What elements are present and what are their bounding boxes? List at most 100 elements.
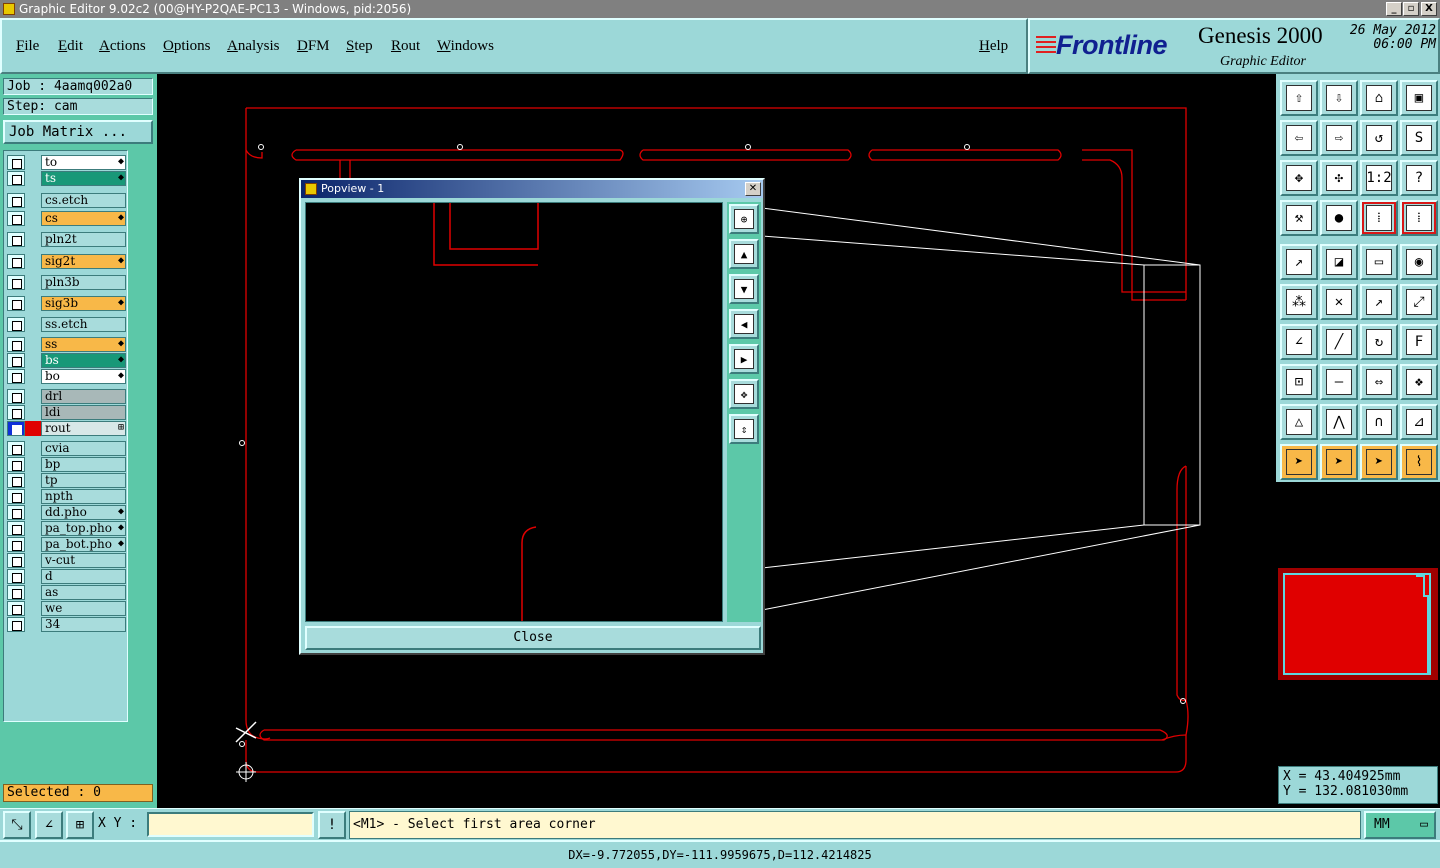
- add-line-button[interactable]: ∠: [1280, 324, 1318, 360]
- layer-row[interactable]: dd.pho ◆: [7, 505, 126, 520]
- tools-button[interactable]: ⚒: [1280, 200, 1318, 236]
- minimap[interactable]: [1278, 568, 1438, 680]
- layer-checkbox[interactable]: [7, 537, 25, 552]
- route-button[interactable]: ⌇: [1400, 444, 1438, 480]
- menu-actions[interactable]: Actions: [99, 38, 146, 55]
- layer-row[interactable]: pa_top.pho ◆: [7, 521, 126, 536]
- snap-button[interactable]: ⊡: [1280, 364, 1318, 400]
- layer-checkbox[interactable]: [7, 232, 25, 247]
- layer-checkbox[interactable]: [7, 211, 25, 226]
- layer-name[interactable]: cs.etch: [41, 193, 126, 208]
- layer-name[interactable]: d: [41, 569, 126, 584]
- zoom-back-button[interactable]: ⇩: [1320, 80, 1358, 116]
- menu-edit[interactable]: Edit: [58, 38, 83, 55]
- layer-name[interactable]: cvia: [41, 441, 126, 456]
- layer-row[interactable]: to ◆: [7, 155, 126, 170]
- zoom-1-2-button[interactable]: 1:2: [1360, 160, 1398, 196]
- shape-arch-button[interactable]: ⋀: [1320, 404, 1358, 440]
- close-window-button[interactable]: X: [1421, 2, 1437, 16]
- alert-button[interactable]: !: [318, 811, 346, 839]
- layer-checkbox[interactable]: [7, 441, 25, 456]
- copy-pad-button[interactable]: ⤢: [1400, 284, 1438, 320]
- popview-close-icon[interactable]: ✕: [745, 182, 761, 196]
- units-select[interactable]: MM ▭: [1364, 811, 1436, 839]
- pan-left-button[interactable]: ⇦: [1280, 120, 1318, 156]
- layer-row[interactable]: d: [7, 569, 126, 584]
- layer-checkbox[interactable]: [7, 389, 25, 404]
- layer-checkbox[interactable]: [7, 553, 25, 568]
- popview-zoom-profile-button[interactable]: ⇕: [729, 414, 759, 444]
- layer-row[interactable]: ldi: [7, 405, 126, 420]
- menu-options[interactable]: Options: [163, 38, 211, 55]
- shape-bridge-button[interactable]: ∩: [1360, 404, 1398, 440]
- menu-analysis[interactable]: Analysis: [227, 38, 280, 55]
- layer-checkbox[interactable]: [7, 601, 25, 616]
- layer-checkbox[interactable]: [7, 369, 25, 384]
- zoom-home2-button[interactable]: ⌂: [1360, 80, 1398, 116]
- layer-checkbox[interactable]: [7, 617, 25, 632]
- layer-checkbox[interactable]: [7, 421, 25, 436]
- job-matrix-button[interactable]: Job Matrix ...: [3, 120, 153, 144]
- menu-rout[interactable]: Rout: [391, 38, 420, 55]
- layer-row[interactable]: pa_bot.pho ◆: [7, 537, 126, 552]
- layer-row[interactable]: npth: [7, 489, 126, 504]
- layer-checkbox[interactable]: [7, 171, 25, 186]
- layer-name[interactable]: as: [41, 585, 126, 600]
- menu-help[interactable]: Help: [979, 38, 1008, 55]
- layer-name[interactable]: dd.pho: [41, 505, 126, 520]
- layer-name[interactable]: drl: [41, 389, 126, 404]
- layer-name[interactable]: ldi: [41, 405, 126, 420]
- layer-name[interactable]: bs: [41, 353, 126, 368]
- measure-button[interactable]: ∠: [35, 811, 63, 839]
- layer-checkbox[interactable]: [7, 457, 25, 472]
- layer-row[interactable]: ts ◆: [7, 171, 126, 186]
- ruler-button[interactable]: ▭: [1360, 244, 1398, 280]
- layer-row[interactable]: bs ◆: [7, 353, 126, 368]
- layer-row[interactable]: ss.etch: [7, 317, 126, 332]
- layer-checkbox[interactable]: [7, 317, 25, 332]
- layer-row[interactable]: bp: [7, 457, 126, 472]
- resize-button[interactable]: ⇔: [1360, 364, 1398, 400]
- layer-row[interactable]: v-cut: [7, 553, 126, 568]
- layer-name[interactable]: npth: [41, 489, 126, 504]
- layer-name[interactable]: bp: [41, 457, 126, 472]
- layer-name[interactable]: rout: [41, 421, 126, 436]
- select-diag-button[interactable]: ➤: [1360, 444, 1398, 480]
- layer-name[interactable]: pln3b: [41, 275, 126, 290]
- menu-windows[interactable]: Windows: [437, 38, 494, 55]
- layers-off-button[interactable]: ⁞: [1400, 200, 1438, 236]
- layer-row[interactable]: pln3b: [7, 275, 126, 290]
- layer-checkbox[interactable]: [7, 521, 25, 536]
- layer-row[interactable]: rout ⊞: [7, 421, 126, 436]
- layer-checkbox[interactable]: [7, 337, 25, 352]
- measure-pad-button[interactable]: ●: [1320, 200, 1358, 236]
- layer-name[interactable]: ss.etch: [41, 317, 126, 332]
- layer-row[interactable]: cs ◆: [7, 211, 126, 226]
- layer-name[interactable]: sig2t: [41, 254, 126, 269]
- popview-zoom-in-button[interactable]: ⊕: [729, 204, 759, 234]
- add-pad-button[interactable]: ⁂: [1280, 284, 1318, 320]
- popview-canvas[interactable]: [305, 202, 723, 622]
- layer-checkbox[interactable]: [7, 489, 25, 504]
- minimize-button[interactable]: _: [1386, 2, 1402, 16]
- layer-row[interactable]: sig2t ◆: [7, 254, 126, 269]
- layer-checkbox[interactable]: [7, 569, 25, 584]
- zoom-home-button[interactable]: ⇧: [1280, 80, 1318, 116]
- layer-row[interactable]: cs.etch: [7, 193, 126, 208]
- layer-checkbox[interactable]: [7, 405, 25, 420]
- layer-row[interactable]: sig3b ◆: [7, 296, 126, 311]
- popview-close-button[interactable]: Close: [305, 626, 761, 650]
- layer-name[interactable]: pln2t: [41, 232, 126, 247]
- layer-name[interactable]: ss: [41, 337, 126, 352]
- popview-pan-right-button[interactable]: ▶: [729, 344, 759, 374]
- layer-row[interactable]: pln2t: [7, 232, 126, 247]
- layer-checkbox[interactable]: [7, 193, 25, 208]
- edit-line-button[interactable]: ╱: [1320, 324, 1358, 360]
- layer-row[interactable]: drl: [7, 389, 126, 404]
- popview-zoom-fit-button[interactable]: ✥: [729, 379, 759, 409]
- layer-checkbox[interactable]: [7, 473, 25, 488]
- zoom-fit-button[interactable]: ✥: [1280, 160, 1318, 196]
- layer-row[interactable]: ss ◆: [7, 337, 126, 352]
- layer-name[interactable]: pa_top.pho: [41, 521, 126, 536]
- menu-step[interactable]: Step: [346, 38, 373, 55]
